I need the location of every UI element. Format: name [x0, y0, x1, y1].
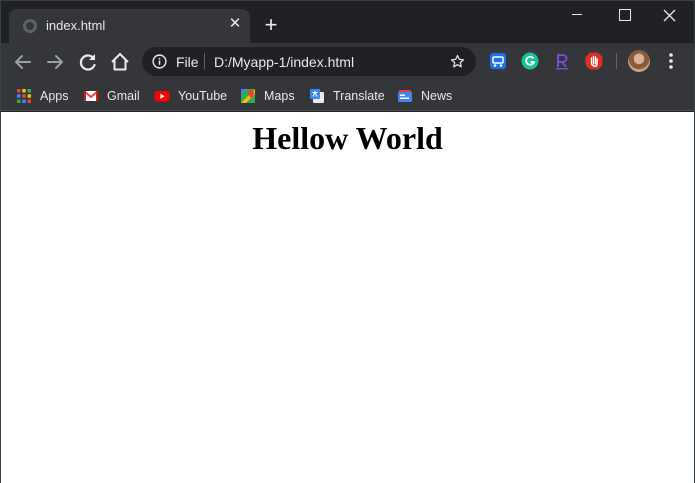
arrow-left-icon	[15, 55, 31, 69]
gmail-icon	[83, 90, 99, 101]
toolbar-divider	[616, 53, 617, 69]
bookmark-news[interactable]: News	[397, 86, 452, 106]
url-text[interactable]: D:/Myapp-1/index.html	[214, 54, 354, 70]
bookmark-star-icon[interactable]	[449, 53, 466, 70]
bookmark-label: Apps	[40, 89, 69, 103]
kebab-menu-icon[interactable]	[662, 51, 680, 71]
new-tab-button[interactable]: +	[260, 14, 282, 36]
maximize-button[interactable]	[601, 1, 647, 31]
minimize-button[interactable]	[554, 1, 600, 31]
info-icon[interactable]	[152, 54, 167, 69]
avatar[interactable]	[628, 50, 650, 72]
bookmark-translate[interactable]: Translate	[309, 86, 385, 106]
close-icon	[663, 9, 676, 22]
adblock-hand-icon[interactable]	[584, 51, 604, 71]
browser-window: index.html ✕ + File D:/Myapp-1/index.htm…	[0, 0, 695, 483]
apps-grid-icon	[17, 89, 31, 103]
home-icon	[111, 53, 129, 71]
bookmark-label: Gmail	[107, 89, 140, 103]
browser-toolbar: File D:/Myapp-1/index.html	[1, 43, 694, 80]
bookmark-label: Maps	[264, 89, 295, 103]
grammarly-icon[interactable]	[520, 51, 540, 71]
bookmark-label: News	[421, 89, 453, 103]
bookmarks-bar: Apps Gmail YouTube Maps Translate News	[1, 80, 694, 111]
home-button[interactable]	[108, 50, 132, 74]
r-extension-icon[interactable]	[552, 51, 572, 71]
bookmark-gmail[interactable]: Gmail	[83, 86, 140, 106]
bookmark-youtube[interactable]: YouTube	[154, 86, 227, 106]
page-heading: Hellow World	[252, 120, 443, 156]
globe-icon	[23, 19, 37, 33]
address-bar[interactable]: File D:/Myapp-1/index.html	[142, 47, 476, 76]
reload-icon	[79, 54, 96, 71]
file-scheme-label: File	[176, 54, 199, 70]
tab-close-icon[interactable]: ✕	[226, 15, 244, 33]
translate-icon	[310, 89, 324, 103]
maps-icon	[241, 89, 255, 103]
window-close-button[interactable]	[647, 1, 693, 31]
back-button[interactable]	[11, 50, 35, 74]
tab-title: index.html	[46, 18, 106, 33]
drive-extension-icon[interactable]	[488, 51, 508, 71]
tab-strip: index.html ✕ +	[1, 1, 694, 43]
bookmark-label: YouTube	[178, 89, 228, 103]
tab-index[interactable]: index.html ✕	[9, 9, 250, 43]
bookmark-maps[interactable]: Maps	[240, 86, 295, 106]
forward-button[interactable]	[43, 50, 67, 74]
bookmark-apps[interactable]: Apps	[16, 86, 69, 106]
address-divider	[204, 53, 205, 70]
page-viewport: Hellow World	[1, 112, 694, 483]
news-icon	[398, 90, 412, 102]
youtube-icon	[154, 91, 170, 102]
reload-button[interactable]	[76, 50, 100, 74]
arrow-right-icon	[47, 55, 63, 69]
bookmark-label: Translate	[333, 89, 385, 103]
